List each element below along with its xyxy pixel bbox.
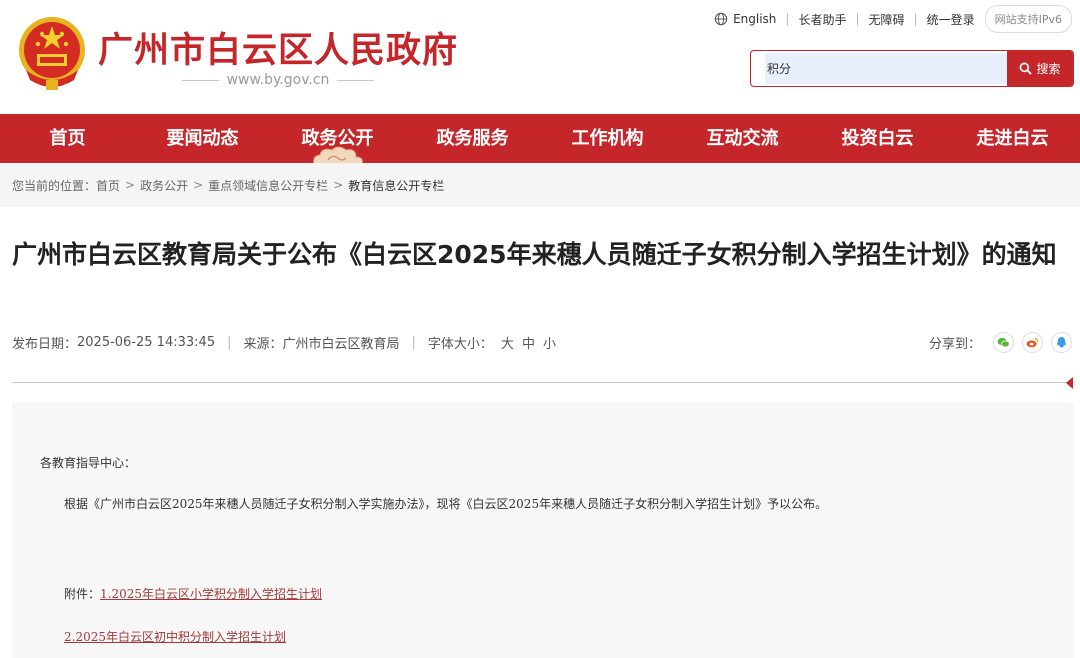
- breadcrumb-gov-affairs[interactable]: 政务公开: [140, 177, 188, 194]
- breadcrumb-key-areas[interactable]: 重点领域信息公开专栏: [208, 177, 328, 194]
- ipv6-badge: 网站支持IPv6: [984, 5, 1072, 33]
- breadcrumb-separator: >: [333, 178, 344, 192]
- wechat-icon: [997, 337, 1010, 347]
- source-value: 广州市白云区教育局: [282, 336, 400, 352]
- wechat-share-button[interactable]: [993, 331, 1014, 353]
- globe-icon: [714, 12, 728, 26]
- breadcrumb-separator: >: [125, 178, 136, 192]
- top-links: English | 长者助手 | 无障碍 | 统一登录 网站支持IPv6: [714, 5, 1072, 33]
- title-divider: [12, 382, 1072, 383]
- qq-share-button[interactable]: [1051, 331, 1072, 353]
- article-meta: 发布日期： 2025-06-25 14:33:45 | 来源： 广州市白云区教育…: [12, 330, 1072, 354]
- weibo-share-button[interactable]: [1022, 331, 1043, 353]
- article-title: 广州市白云区教育局关于公布《白云区2025年来穗人员随迁子女积分制入学招生计划》…: [12, 240, 1057, 269]
- font-size-small[interactable]: 小: [543, 333, 556, 352]
- weibo-icon: [1026, 337, 1039, 347]
- nav-about[interactable]: 走进白云: [945, 114, 1080, 163]
- search-input[interactable]: [765, 53, 1007, 84]
- nav-home[interactable]: 首页: [0, 114, 135, 163]
- share-bar: 分享到：: [928, 331, 1072, 353]
- accessibility-link[interactable]: 无障碍: [869, 11, 905, 28]
- divider-arrow-marker: [1066, 377, 1073, 389]
- attachment-row: 附件：1.2025年白云区小学积分制入学招生计划: [64, 585, 322, 602]
- nav-gov-affairs[interactable]: 政务公开: [270, 114, 405, 165]
- search-button[interactable]: 搜索: [1007, 51, 1073, 86]
- unified-login-link[interactable]: 统一登录: [927, 11, 975, 28]
- article-body: 各教育指导中心： 根据《广州市白云区2025年来穗人员随迁子女积分制入学实施办法…: [12, 402, 1074, 658]
- publish-date-label: 发布日期：: [12, 336, 78, 352]
- font-size-label: 字体大小：: [427, 336, 493, 352]
- national-emblem-logo[interactable]: [16, 14, 88, 94]
- breadcrumb-home[interactable]: 首页: [96, 177, 120, 194]
- nav-invest[interactable]: 投资白云: [810, 114, 945, 163]
- nav-news[interactable]: 要闻动态: [135, 114, 270, 163]
- nav-interaction[interactable]: 互动交流: [675, 114, 810, 163]
- publish-date: 2025-06-25 14:33:45: [77, 334, 216, 350]
- attachment-label: 附件：: [64, 587, 101, 601]
- attachment-link-middle[interactable]: 2.2025年白云区初中积分制入学招生计划: [64, 630, 286, 644]
- qq-icon: [1057, 336, 1066, 348]
- main-nav: 首页 要闻动态 政务公开 政务服务 工作机构 互动交流 投资白云 走进白云: [0, 114, 1080, 165]
- elder-assistant-link[interactable]: 长者助手: [798, 11, 846, 28]
- site-title[interactable]: 广州市白云区人民政府: [98, 22, 458, 73]
- search-box: 搜索: [750, 50, 1074, 87]
- search-button-label: 搜索: [1036, 62, 1061, 76]
- breadcrumb-current[interactable]: 教育信息公开专栏: [348, 177, 444, 194]
- font-size-medium[interactable]: 中: [522, 333, 535, 352]
- english-label: English: [733, 12, 777, 26]
- site-url-text: www.by.gov.cn: [226, 72, 330, 88]
- breadcrumb-prefix: 您当前的位置：: [12, 178, 97, 193]
- breadcrumb-separator: >: [193, 178, 204, 192]
- body-paragraph: 根据《广州市白云区2025年来穗人员随迁子女积分制入学实施办法》，现将《白云区2…: [64, 497, 828, 511]
- attachment-link-primary[interactable]: 1.2025年白云区小学积分制入学招生计划: [100, 587, 322, 601]
- share-label: 分享到：: [928, 336, 981, 352]
- attachment-row: 2.2025年白云区初中积分制入学招生计划: [64, 628, 286, 645]
- site-header: 广州市白云区人民政府 www.by.gov.cn English | 长者助手 …: [0, 0, 1080, 112]
- nav-agencies[interactable]: 工作机构: [540, 114, 675, 163]
- english-link[interactable]: English: [714, 12, 776, 26]
- site-url: www.by.gov.cn: [182, 72, 374, 88]
- breadcrumb: 您当前的位置： 首页 > 政务公开 > 重点领域信息公开专栏 > 教育信息公开专…: [0, 163, 1080, 207]
- source-label: 来源：: [243, 336, 283, 352]
- font-size-large[interactable]: 大: [501, 333, 514, 352]
- nav-gov-services[interactable]: 政务服务: [405, 114, 540, 163]
- salutation: 各教育指导中心：: [40, 456, 137, 470]
- search-icon: [1020, 62, 1033, 75]
